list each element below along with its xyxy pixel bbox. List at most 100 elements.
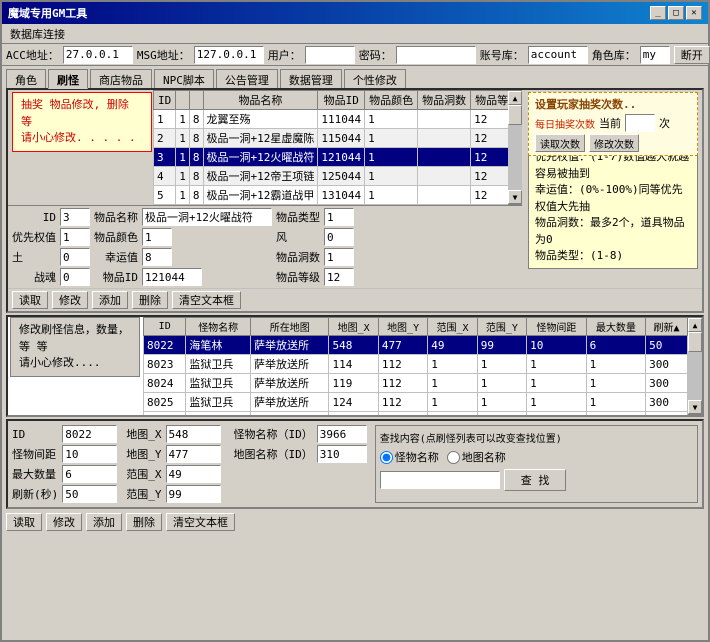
col-name: 物品名称 [203, 91, 318, 110]
monster-table-row[interactable]: 8025监狱卫兵萨举放送所1241121111300 [144, 393, 688, 412]
item-table-wrapper: ID 物品名称 物品ID 物品颜色 物品洞数 物品等级 物品类型 战魂 火 B▲ [153, 90, 522, 205]
modify-lottery-button[interactable]: 修改次数 [589, 134, 639, 152]
item-table-row[interactable]: 618极品一洞+12荒技装1350441121100 [154, 205, 509, 206]
radio-map[interactable] [447, 451, 460, 464]
monster-scroll-down[interactable]: ▼ [688, 400, 702, 414]
monster-table-row[interactable]: 8023监狱卫兵萨举放送所1141121111300 [144, 355, 688, 374]
color-field[interactable] [142, 228, 172, 246]
item-buttons: 读取 修改 添加 删除 清空文本框 [8, 288, 702, 311]
monster-table-row[interactable]: 8024监狱卫兵萨举放送所1191121111300 [144, 374, 688, 393]
tabs-row: 角色 刷怪 商店物品 NPC脚本 公告管理 数据管理 个性修改 [2, 66, 708, 88]
type-label: 物品类型 [276, 209, 320, 225]
radio-monster-label[interactable]: 怪物名称 [380, 449, 439, 465]
monster-scroll-up[interactable]: ▲ [688, 318, 702, 332]
item-id-field[interactable] [60, 208, 90, 226]
item-table: ID 物品名称 物品ID 物品颜色 物品洞数 物品等级 物品类型 战魂 火 B▲ [153, 90, 508, 205]
tab-personal[interactable]: 个性修改 [344, 69, 406, 89]
item-modify-button[interactable]: 修改 [52, 291, 88, 309]
col-c2 [189, 91, 203, 110]
max-field[interactable] [62, 465, 117, 483]
earth-field[interactable] [60, 248, 90, 266]
title-buttons: _ □ ✕ [650, 6, 702, 20]
item-read-button[interactable]: 读取 [12, 291, 48, 309]
mapy-field[interactable] [166, 445, 221, 463]
monster-id-section: 怪物名称（ID） 地图名称（ID） [234, 425, 367, 503]
monster-table-row[interactable]: 8022海笔林萨举放送所548477499910650 [144, 336, 688, 355]
lower-section: 修改刷怪信息，数量，等 等 请小心修改.... ID 怪物名称 所在地图 地图_… [6, 315, 704, 417]
maximize-button[interactable]: □ [668, 6, 684, 20]
radio-map-label[interactable]: 地图名称 [447, 449, 506, 465]
item-form: ID 物品名称 物品类型 优先权值 物品颜色 风 土 幸运值 物品洞数 [8, 205, 522, 288]
monster-delete-button[interactable]: 删除 [126, 513, 162, 531]
item-table-row[interactable]: 418极品一洞+12帝王项链1250441121100 [154, 167, 509, 186]
item-type-field[interactable] [324, 208, 354, 226]
monster-read-button[interactable]: 读取 [6, 513, 42, 531]
scroll-down-btn[interactable]: ▼ [508, 190, 522, 204]
item-table-row[interactable]: 518极品一洞+12霸道战甲1310441121100 [154, 186, 509, 205]
item-table-row[interactable]: 218极品一洞+12星虚魔陈1150441121100 [154, 129, 509, 148]
soul-field[interactable] [60, 268, 90, 286]
item-scrollbar[interactable]: ▲ ▼ [508, 90, 522, 205]
monster-table-row[interactable]: 8026监狱卫兵萨举放送所1291121111300 [144, 412, 688, 416]
read-lottery-button[interactable]: 读取次数 [535, 134, 585, 152]
refresh-field[interactable] [62, 485, 117, 503]
rangex-field[interactable] [166, 465, 221, 483]
scroll-up-btn[interactable]: ▲ [508, 91, 522, 105]
close-button[interactable]: ✕ [686, 6, 702, 20]
search-input[interactable] [380, 471, 500, 489]
monster-name-id-label: 怪物名称（ID） [234, 426, 313, 442]
item-name-field[interactable] [142, 208, 272, 226]
disconnect-button[interactable]: 断开 [674, 46, 710, 64]
tab-announce[interactable]: 公告管理 [216, 69, 278, 89]
role-input[interactable] [640, 46, 670, 64]
radio-monster[interactable] [380, 451, 393, 464]
distance-field[interactable] [62, 445, 117, 463]
user-input[interactable] [305, 46, 355, 64]
monster-name-id-field[interactable] [317, 425, 367, 443]
priority-field[interactable] [60, 228, 90, 246]
mapx-field[interactable] [166, 425, 221, 443]
luck-field[interactable] [142, 248, 172, 266]
search-button[interactable]: 查 找 [504, 469, 567, 491]
tab-role[interactable]: 角色 [6, 69, 46, 89]
col-level: 物品等级 [471, 91, 508, 110]
tab-monster[interactable]: 刷怪 [48, 69, 88, 89]
item-table-row[interactable]: 118龙翼至殇1110441121100 [154, 110, 509, 129]
holes-field[interactable] [324, 248, 354, 266]
monster-id-field[interactable] [62, 425, 117, 443]
acc-label: ACC地址： [6, 47, 59, 63]
warning-box-2: 修改刷怪信息，数量，等 等 请小心修改.... [10, 317, 140, 377]
item-add-button[interactable]: 添加 [92, 291, 128, 309]
msg-input[interactable] [194, 46, 264, 64]
account-input[interactable] [528, 46, 588, 64]
monster-add-button[interactable]: 添加 [86, 513, 122, 531]
wind-field[interactable] [324, 228, 354, 246]
monster-modify-button[interactable]: 修改 [46, 513, 82, 531]
tab-shop[interactable]: 商店物品 [90, 69, 152, 89]
current-label: 当前 [599, 115, 621, 131]
menu-database[interactable]: 数据库连接 [6, 25, 69, 43]
item-delete-button[interactable]: 删除 [132, 291, 168, 309]
item-num-field[interactable] [142, 268, 202, 286]
priority-label: 优先权值 [12, 229, 56, 245]
current-input[interactable] [625, 114, 655, 132]
rangey-label: 范围_Y [126, 486, 161, 502]
mcol-mapx: 地图_X [329, 318, 378, 336]
monster-scrollbar[interactable]: ▲ ▼ [688, 317, 702, 415]
item-table-row[interactable]: 318极品一洞+12火曜战符1210441121100 [154, 148, 509, 167]
lottery-box: 设置玩家抽奖次数.. 每日抽奖次数 当前 次 读取次数 修改次数 [528, 92, 698, 156]
item-id-label: 物品ID [94, 269, 138, 285]
monster-clear-button[interactable]: 清空文本框 [166, 513, 235, 531]
title-bar: 魔域专用GM工具 _ □ ✕ [2, 2, 708, 24]
item-clear-button[interactable]: 清空文本框 [172, 291, 241, 309]
level-field[interactable] [324, 268, 354, 286]
tab-npc[interactable]: NPC脚本 [154, 69, 214, 89]
minimize-button[interactable]: _ [650, 6, 666, 20]
col-id: ID [154, 91, 176, 110]
rangey-field[interactable] [166, 485, 221, 503]
map-name-id-field[interactable] [317, 445, 367, 463]
tab-data[interactable]: 数据管理 [280, 69, 342, 89]
acc-input[interactable] [63, 46, 133, 64]
pass-input[interactable] [396, 46, 476, 64]
mdist-label: 怪物间距 [12, 446, 58, 462]
